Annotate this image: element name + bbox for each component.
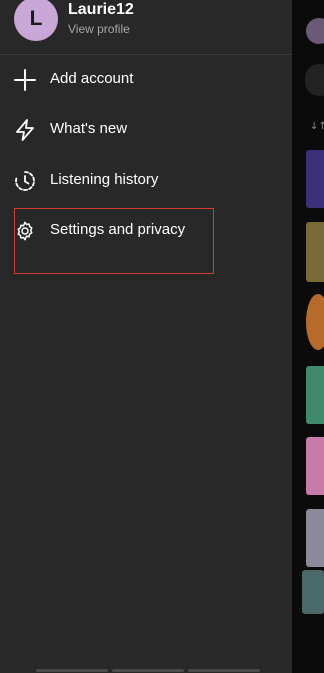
divider (0, 54, 292, 55)
background-content: ↓↑ (292, 0, 324, 673)
view-profile-link[interactable]: View profile (68, 22, 130, 36)
menu-item-label: What's new (50, 120, 128, 137)
plus-icon (14, 69, 36, 91)
menu-item-add-account[interactable]: Add account (0, 60, 292, 100)
background-chip (305, 64, 324, 96)
profile-header[interactable]: L Laurie12 View profile (0, 0, 292, 54)
background-thumbnail (306, 294, 324, 350)
background-thumbnail (306, 437, 324, 495)
menu-item-label: Add account (50, 70, 134, 87)
bottom-bar-segment (112, 669, 184, 672)
menu-item-listening-history[interactable]: Listening history (0, 161, 292, 201)
navigation-drawer: L Laurie12 View profile Add account What… (0, 0, 292, 673)
sort-icon: ↓↑ (310, 121, 324, 132)
highlight-box (14, 208, 214, 274)
background-thumbnail (302, 570, 324, 614)
bottom-bar-segment (188, 669, 260, 672)
background-avatar (306, 18, 324, 44)
background-thumbnail (306, 222, 324, 282)
history-icon (14, 170, 36, 192)
menu-item-whats-new[interactable]: What's new (0, 110, 292, 150)
background-thumbnail (306, 150, 324, 208)
menu-item-label: Listening history (50, 171, 159, 188)
avatar[interactable]: L (14, 0, 58, 41)
background-thumbnail (306, 509, 324, 567)
username: Laurie12 (68, 1, 134, 18)
lightning-icon (14, 119, 36, 141)
background-thumbnail (306, 366, 324, 424)
bottom-bar-segment (36, 669, 108, 672)
